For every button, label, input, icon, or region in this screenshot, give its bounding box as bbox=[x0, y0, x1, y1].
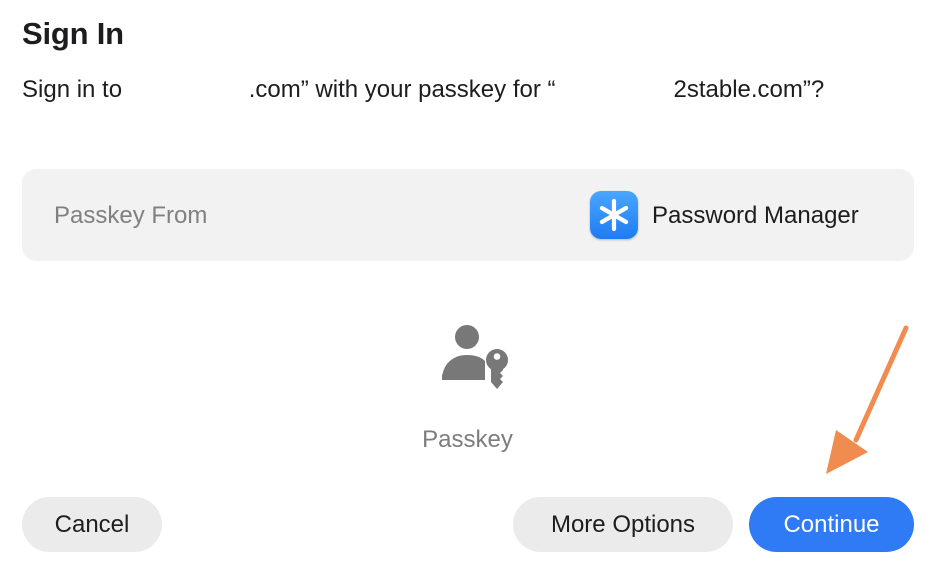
message-suffix: 2stable.com”? bbox=[673, 76, 825, 103]
redacted-text bbox=[555, 78, 674, 103]
password-manager-app-name: Password Manager bbox=[652, 202, 859, 229]
sign-in-dialog: Sign In Sign in to .com” with your passk… bbox=[0, 0, 942, 578]
passkey-label: Passkey bbox=[422, 426, 513, 453]
continue-button[interactable]: Continue bbox=[749, 497, 914, 552]
dialog-message: Sign in to .com” with your passkey for “… bbox=[22, 76, 824, 104]
annotation-arrow-icon bbox=[820, 322, 912, 480]
message-prefix: Sign in to bbox=[22, 76, 129, 103]
asterisk-icon bbox=[590, 191, 638, 239]
more-options-button[interactable]: More Options bbox=[513, 497, 733, 552]
redacted-text bbox=[128, 78, 249, 103]
message-mid: .com” with your passkey for “ bbox=[248, 76, 556, 103]
person-key-icon bbox=[440, 322, 512, 392]
dialog-title: Sign In bbox=[22, 16, 124, 51]
passkey-source-row[interactable]: Passkey From Password Manager bbox=[22, 169, 914, 261]
passkey-source-label: Passkey From bbox=[54, 202, 208, 229]
cancel-button[interactable]: Cancel bbox=[22, 497, 162, 552]
